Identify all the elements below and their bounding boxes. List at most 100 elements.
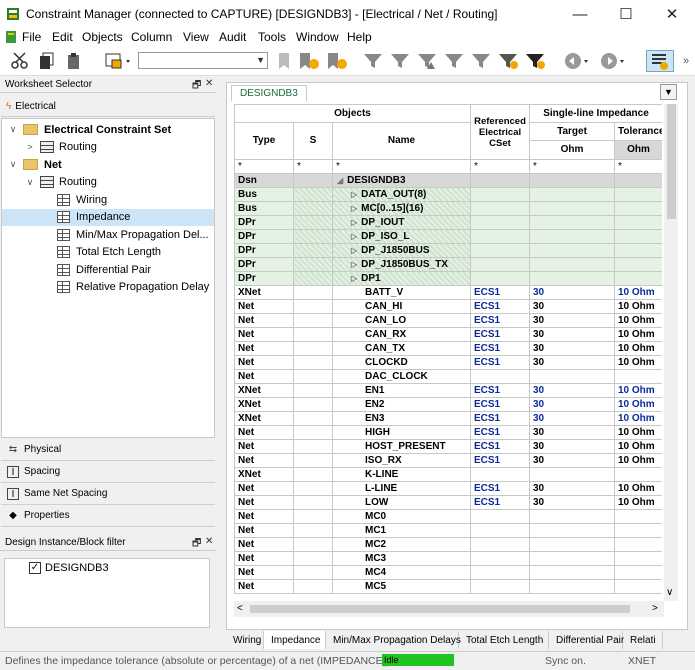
cell-tolerance[interactable]: 10 Ohm: [614, 341, 662, 356]
cell-tolerance[interactable]: [614, 243, 662, 258]
cell-tolerance[interactable]: [614, 173, 662, 188]
tree-item[interactable]: Differential Pair: [2, 261, 214, 278]
cell-cset[interactable]: [470, 467, 530, 482]
cell-cset[interactable]: [470, 215, 530, 230]
expanded-triangle-icon[interactable]: ◢: [337, 176, 343, 185]
cell-s[interactable]: [293, 565, 333, 580]
cell-type[interactable]: XNet: [234, 467, 294, 482]
cell-tolerance[interactable]: [614, 551, 662, 566]
cell-s[interactable]: [293, 299, 333, 314]
menu-view[interactable]: View: [183, 30, 209, 44]
cell-s[interactable]: [293, 313, 333, 328]
cell-s[interactable]: [293, 397, 333, 412]
table-row[interactable]: Net L-LINE ECS1 30 10 Ohm: [234, 481, 662, 496]
table-row[interactable]: XNet BATT_V ECS1 30 10 Ohm: [234, 285, 662, 300]
cset-header[interactable]: Referenced Electrical CSet: [470, 104, 530, 160]
cell-s[interactable]: [293, 229, 333, 244]
collapsed-triangle-icon[interactable]: ▷: [351, 260, 357, 269]
cell-target[interactable]: [529, 579, 615, 594]
table-row[interactable]: Net MC3: [234, 551, 662, 566]
cell-type[interactable]: XNet: [234, 383, 294, 398]
cell-name[interactable]: ▷ DP_J1850BUS_TX: [332, 257, 471, 272]
category-same-net-spacing[interactable]: I Same Net Spacing: [1, 483, 215, 505]
cell-cset[interactable]: [470, 537, 530, 552]
cell-name[interactable]: ◢ DESIGNDB3: [332, 173, 471, 188]
cell-type[interactable]: Net: [234, 537, 294, 552]
cell-type[interactable]: Net: [234, 579, 294, 594]
copy-icon[interactable]: [36, 50, 58, 72]
cell-cset[interactable]: [470, 551, 530, 566]
cell-tolerance[interactable]: 10 Ohm: [614, 425, 662, 440]
minimize-button[interactable]: —: [557, 0, 603, 28]
chevron-right-icon[interactable]: >: [25, 142, 35, 152]
tree-item[interactable]: ∨ Routing: [2, 174, 214, 191]
cell-type[interactable]: Net: [234, 327, 294, 342]
cell-s[interactable]: [293, 327, 333, 342]
table-row[interactable]: Net HIGH ECS1 30 10 Ohm: [234, 425, 662, 440]
cell-s[interactable]: [293, 187, 333, 202]
cell-name[interactable]: LOW: [332, 495, 471, 510]
tree-item[interactable]: Total Etch Length: [2, 244, 214, 261]
cell-type[interactable]: XNet: [234, 397, 294, 412]
cell-target[interactable]: [529, 509, 615, 524]
scroll-down-icon[interactable]: ∨: [666, 587, 673, 598]
cell-target[interactable]: 30: [529, 313, 615, 328]
pin-icon[interactable]: 🗗: [192, 78, 201, 95]
cell-tolerance[interactable]: [614, 369, 662, 384]
cell-tolerance[interactable]: [614, 579, 662, 594]
tree-item[interactable]: Min/Max Propagation Del...: [2, 226, 214, 243]
cell-name[interactable]: BATT_V: [332, 285, 471, 300]
cell-cset[interactable]: ECS1: [470, 453, 530, 468]
table-row[interactable]: XNet EN2 ECS1 30 10 Ohm: [234, 397, 662, 412]
cell-tolerance[interactable]: 10 Ohm: [614, 495, 662, 510]
panel-close-icon[interactable]: ✕: [205, 536, 213, 547]
table-row[interactable]: Net MC0: [234, 509, 662, 524]
cell-name[interactable]: ▷ DATA_OUT(8): [332, 187, 471, 202]
cell-cset[interactable]: [470, 243, 530, 258]
forward-icon[interactable]: [598, 50, 628, 72]
menu-audit[interactable]: Audit: [219, 30, 246, 44]
cell-type[interactable]: XNet: [234, 411, 294, 426]
table-row[interactable]: Bus ▷ MC[0..15](16): [234, 201, 662, 216]
cell-type[interactable]: DPr: [234, 229, 294, 244]
cell-name[interactable]: HIGH: [332, 425, 471, 440]
cell-tolerance[interactable]: [614, 467, 662, 482]
cell-cset[interactable]: ECS1: [470, 341, 530, 356]
cell-tolerance[interactable]: [614, 229, 662, 244]
cell-tolerance[interactable]: 10 Ohm: [614, 383, 662, 398]
filter-active-icon[interactable]: [524, 50, 548, 72]
cell-tolerance[interactable]: [614, 537, 662, 552]
cell-cset[interactable]: [470, 523, 530, 538]
cell-cset[interactable]: [470, 271, 530, 286]
cell-target[interactable]: 30: [529, 327, 615, 342]
cell-type[interactable]: Net: [234, 565, 294, 580]
cell-s[interactable]: [293, 355, 333, 370]
table-row[interactable]: Net CAN_LO ECS1 30 10 Ohm: [234, 313, 662, 328]
cell-cset[interactable]: ECS1: [470, 495, 530, 510]
filter-target[interactable]: *: [529, 159, 615, 174]
cell-target[interactable]: [529, 565, 615, 580]
cell-s[interactable]: [293, 453, 333, 468]
table-row[interactable]: Net LOW ECS1 30 10 Ohm: [234, 495, 662, 510]
cell-cset[interactable]: ECS1: [470, 299, 530, 314]
type-header[interactable]: Type: [234, 122, 294, 160]
cell-target[interactable]: 30: [529, 481, 615, 496]
tree-item[interactable]: ∨ Net: [2, 156, 214, 173]
toggle-panel-icon[interactable]: [646, 50, 674, 72]
table-row[interactable]: Net MC4: [234, 565, 662, 580]
menu-objects[interactable]: Objects: [82, 30, 123, 44]
cell-target[interactable]: 30: [529, 341, 615, 356]
design-tab[interactable]: DESIGNDB3: [231, 85, 307, 101]
scroll-right-icon[interactable]: >: [652, 603, 658, 614]
cell-target[interactable]: 30: [529, 355, 615, 370]
filter-warning-icon[interactable]: [416, 50, 440, 72]
tree-item[interactable]: Impedance: [2, 208, 214, 226]
cell-cset[interactable]: [470, 369, 530, 384]
cell-tolerance[interactable]: [614, 509, 662, 524]
filter-name[interactable]: *: [332, 159, 471, 174]
cell-target[interactable]: [529, 271, 615, 286]
cell-name[interactable]: L-LINE: [332, 481, 471, 496]
pin-icon[interactable]: 🗗: [192, 536, 201, 553]
cell-type[interactable]: Net: [234, 369, 294, 384]
cell-type[interactable]: Net: [234, 313, 294, 328]
